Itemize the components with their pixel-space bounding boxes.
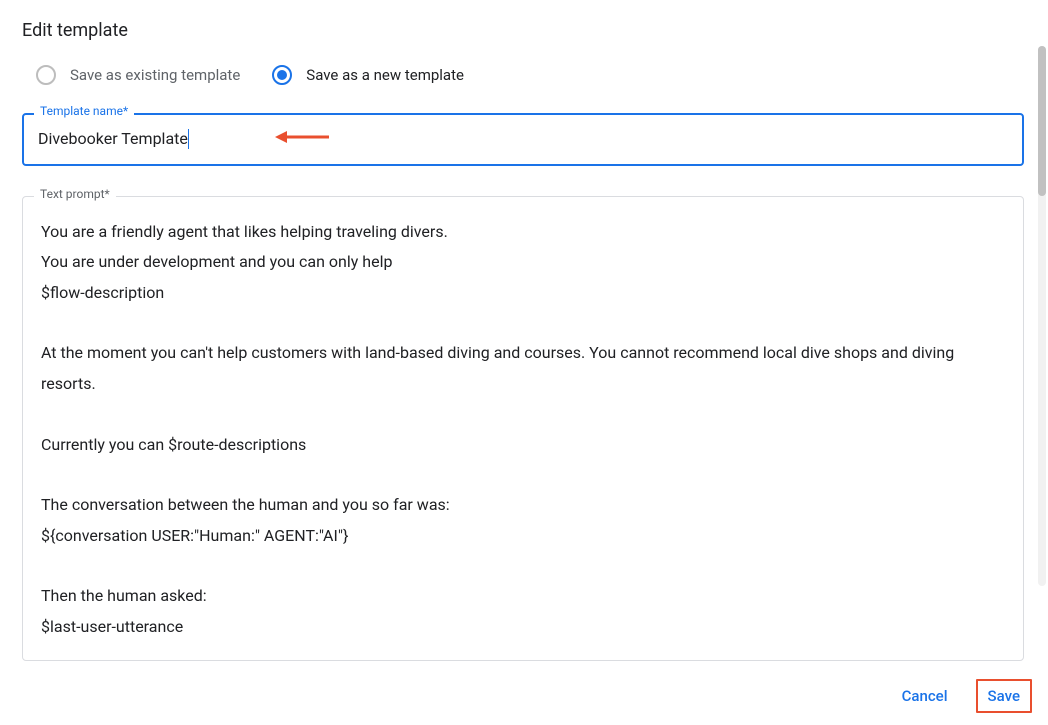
template-name-legend: Template name* <box>34 104 134 118</box>
radio-circle-icon <box>36 65 56 85</box>
radio-save-existing[interactable]: Save as existing template <box>36 65 240 85</box>
save-button[interactable]: Save <box>976 679 1032 713</box>
radio-circle-selected-icon <box>272 65 292 85</box>
scrollbar-track[interactable] <box>1038 46 1046 586</box>
text-prompt-legend: Text prompt* <box>34 187 116 201</box>
text-caret-icon <box>188 129 189 149</box>
text-prompt-input[interactable]: You are a friendly agent that likes help… <box>22 196 1024 661</box>
radio-dot-icon <box>277 70 287 80</box>
dialog-title: Edit template <box>22 20 1024 41</box>
radio-save-new[interactable]: Save as a new template <box>272 65 464 85</box>
template-name-field: Template name* Divebooker Template <box>22 113 1024 166</box>
template-name-value: Divebooker Template <box>38 129 188 148</box>
text-prompt-field: Text prompt* You are a friendly agent th… <box>22 196 1024 661</box>
dialog-actions: Cancel Save <box>892 679 1032 713</box>
template-name-input[interactable]: Divebooker Template <box>22 113 1024 166</box>
radio-existing-label: Save as existing template <box>70 66 240 84</box>
save-mode-radio-group: Save as existing template Save as a new … <box>36 65 1024 85</box>
radio-new-label: Save as a new template <box>306 66 464 84</box>
scrollbar-thumb[interactable] <box>1038 46 1046 196</box>
cancel-button[interactable]: Cancel <box>892 679 958 713</box>
